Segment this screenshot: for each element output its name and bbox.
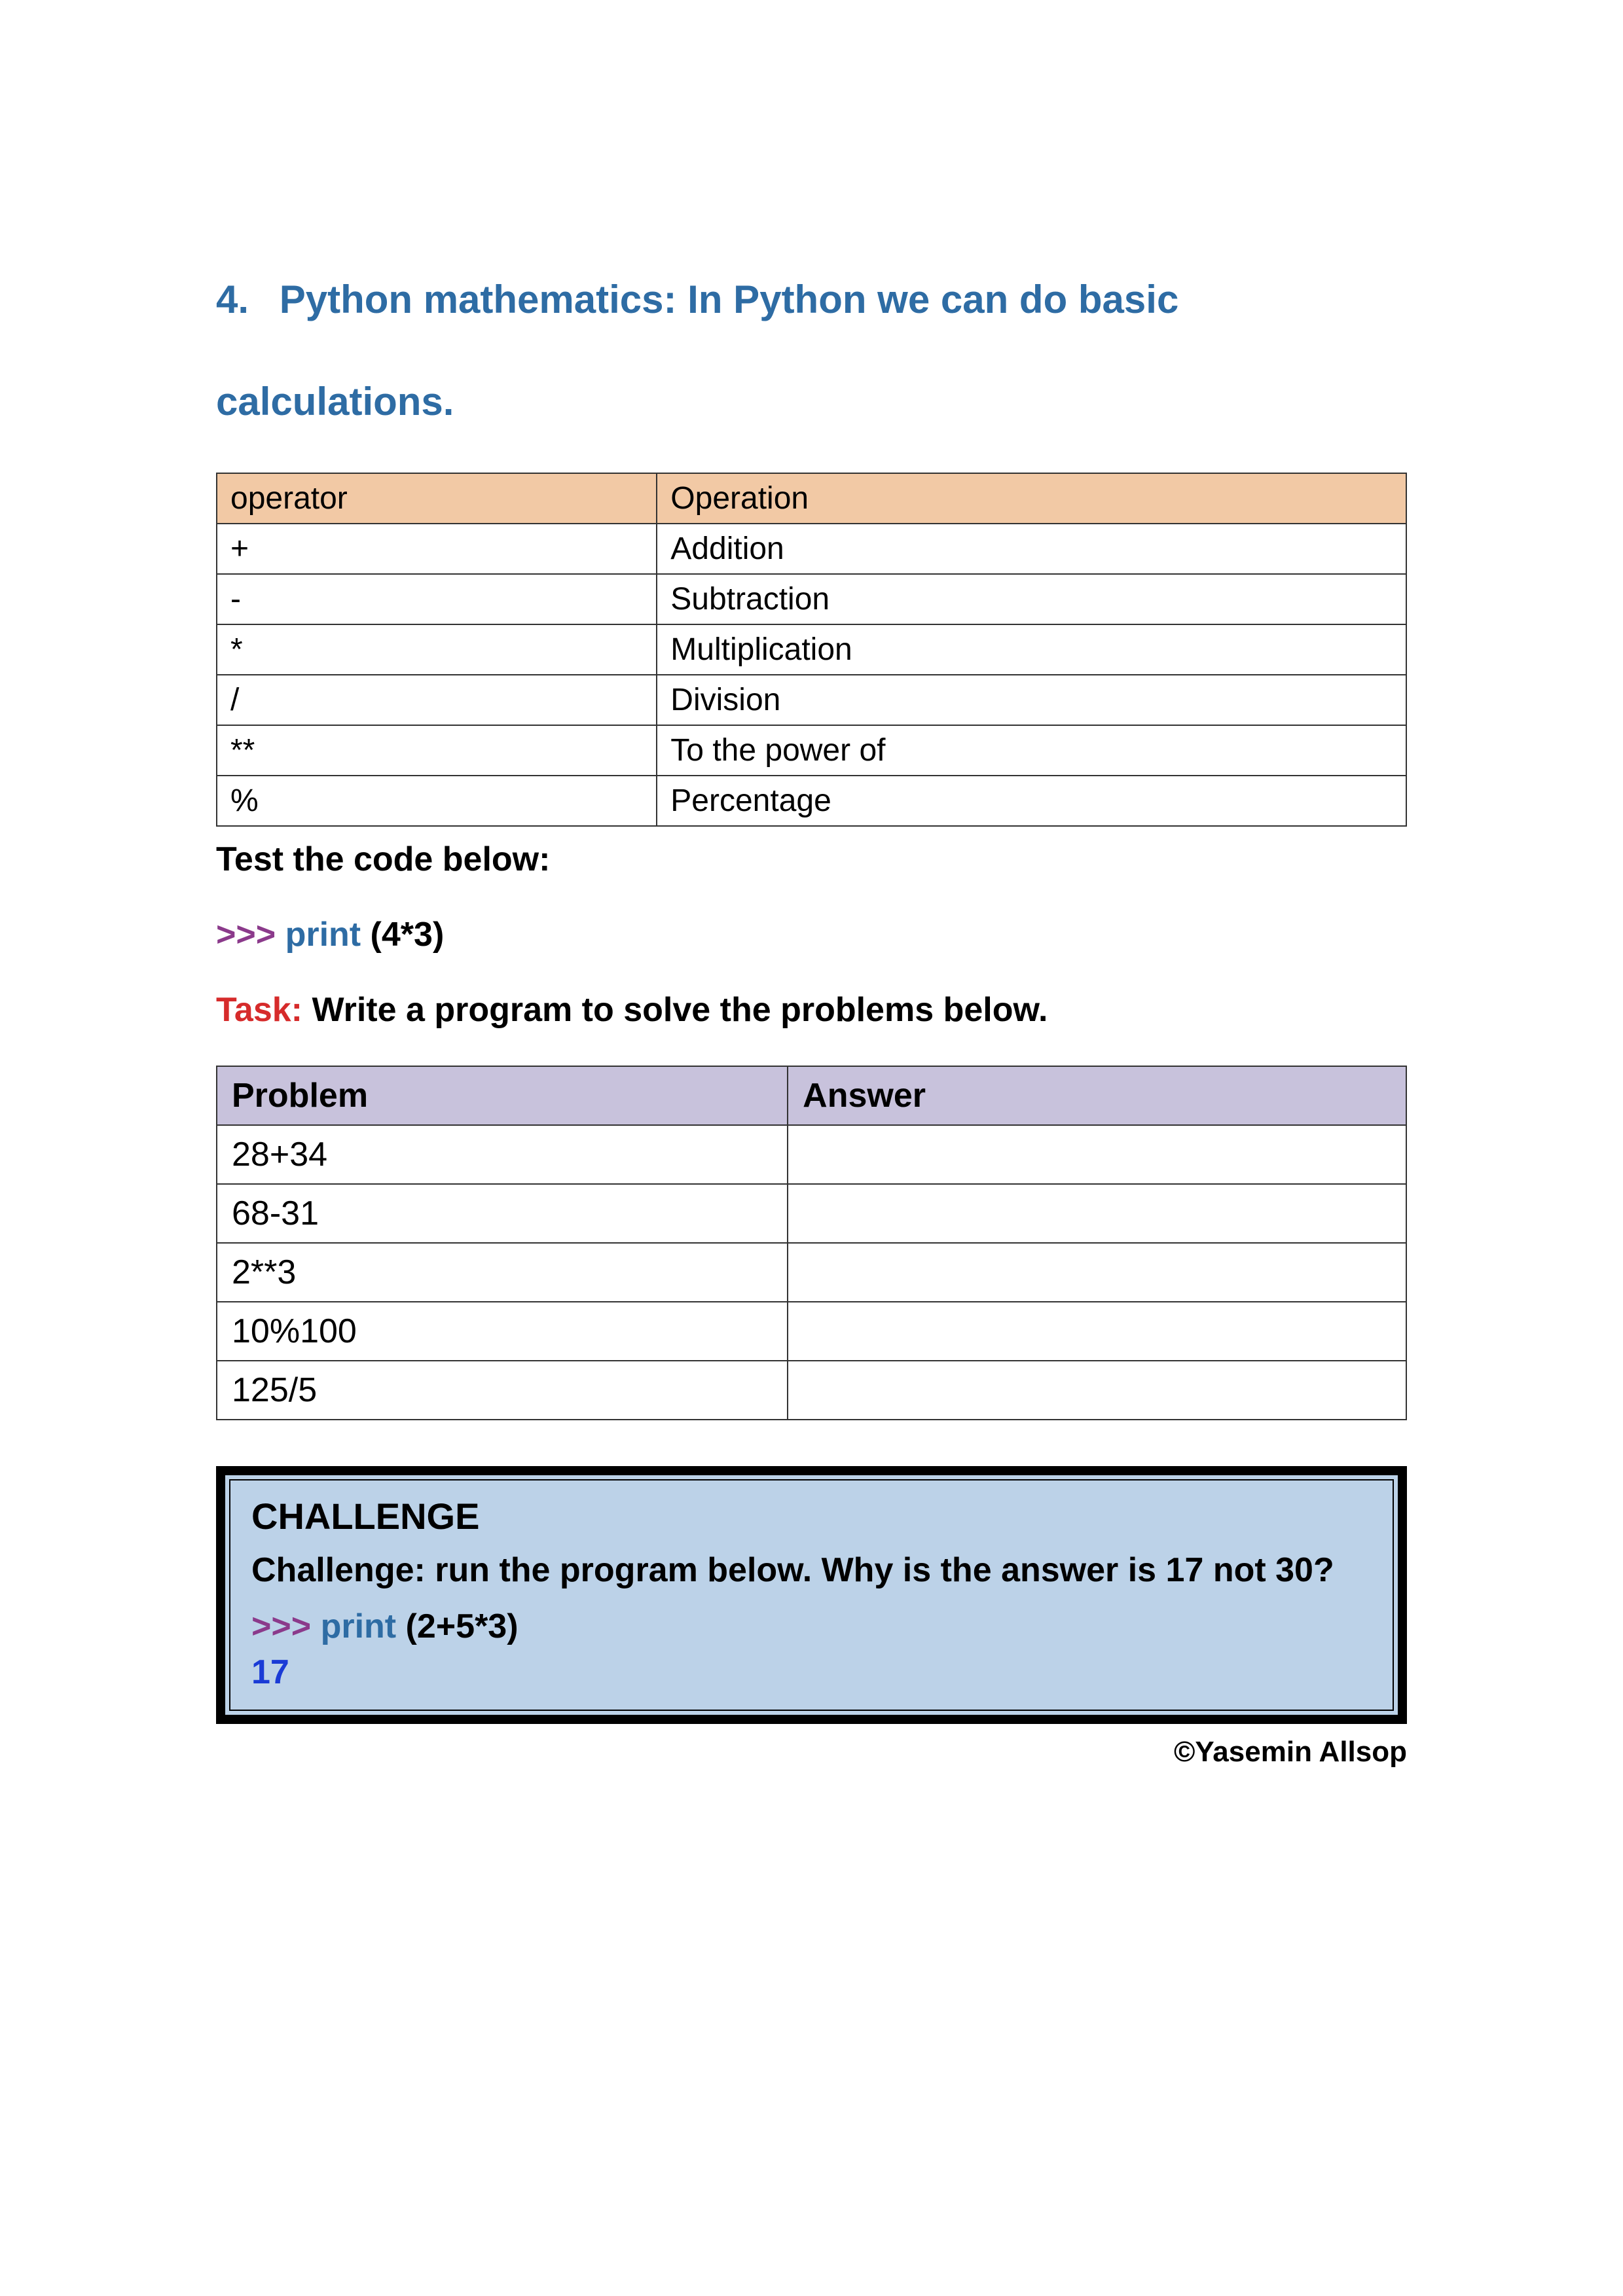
code-keyword: print <box>321 1607 397 1645</box>
table-row: 125/5 <box>217 1361 1406 1420</box>
op-symbol: / <box>217 675 657 725</box>
table-row: ** To the power of <box>217 725 1406 776</box>
op-name: Division <box>657 675 1406 725</box>
code-example: >>> print (4*3) <box>216 915 1407 954</box>
problem-cell: 125/5 <box>217 1361 788 1420</box>
table-row: % Percentage <box>217 776 1406 826</box>
op-symbol: * <box>217 624 657 675</box>
answer-cell <box>788 1302 1406 1361</box>
problem-header-answer: Answer <box>788 1066 1406 1125</box>
problem-cell: 10%100 <box>217 1302 788 1361</box>
op-symbol: ** <box>217 725 657 776</box>
code-keyword: print <box>285 916 361 954</box>
op-name: To the power of <box>657 725 1406 776</box>
section-heading: 4. Python mathematics: In Python we can … <box>216 249 1407 453</box>
code-prompt: >>> <box>251 1607 311 1645</box>
table-row: 68-31 <box>217 1184 1406 1243</box>
table-row: - Subtraction <box>217 574 1406 624</box>
challenge-result: 17 <box>251 1653 1372 1692</box>
answer-cell <box>788 1243 1406 1302</box>
problem-header-problem: Problem <box>217 1066 788 1125</box>
table-row: + Addition <box>217 524 1406 574</box>
ops-header-operation: Operation <box>657 473 1406 524</box>
heading-number: 4. <box>216 278 249 321</box>
op-symbol: % <box>217 776 657 826</box>
task-text: Write a program to solve the problems be… <box>312 991 1048 1029</box>
op-name: Multiplication <box>657 624 1406 675</box>
challenge-code: >>> print (2+5*3) <box>251 1607 1372 1646</box>
test-code-label: Test the code below: <box>216 840 1407 879</box>
op-name: Percentage <box>657 776 1406 826</box>
footer-copyright: ©Yasemin Allsop <box>216 1736 1407 1768</box>
operators-table: operator Operation + Addition - Subtract… <box>216 473 1407 827</box>
problem-cell: 68-31 <box>217 1184 788 1243</box>
table-row: * Multiplication <box>217 624 1406 675</box>
problem-cell: 28+34 <box>217 1125 788 1184</box>
code-args: (4*3) <box>371 916 445 954</box>
challenge-title: CHALLENGE <box>251 1495 1372 1537</box>
table-row: / Division <box>217 675 1406 725</box>
ops-header-operator: operator <box>217 473 657 524</box>
heading-text: Python mathematics: In Python we can do … <box>216 278 1178 423</box>
op-name: Subtraction <box>657 574 1406 624</box>
code-prompt: >>> <box>216 916 276 954</box>
problem-cell: 2**3 <box>217 1243 788 1302</box>
table-row: 2**3 <box>217 1243 1406 1302</box>
problems-table: Problem Answer 28+34 68-31 2**3 10%100 1… <box>216 1066 1407 1420</box>
table-row: 10%100 <box>217 1302 1406 1361</box>
code-args: (2+5*3) <box>406 1607 519 1645</box>
task-line: Task: Write a program to solve the probl… <box>216 990 1407 1030</box>
challenge-box: CHALLENGE Challenge: run the program bel… <box>216 1466 1407 1724</box>
answer-cell <box>788 1361 1406 1420</box>
challenge-text: Challenge: run the program below. Why is… <box>251 1544 1372 1597</box>
op-name: Addition <box>657 524 1406 574</box>
op-symbol: - <box>217 574 657 624</box>
answer-cell <box>788 1184 1406 1243</box>
op-symbol: + <box>217 524 657 574</box>
answer-cell <box>788 1125 1406 1184</box>
table-row: 28+34 <box>217 1125 1406 1184</box>
task-label: Task: <box>216 991 302 1029</box>
